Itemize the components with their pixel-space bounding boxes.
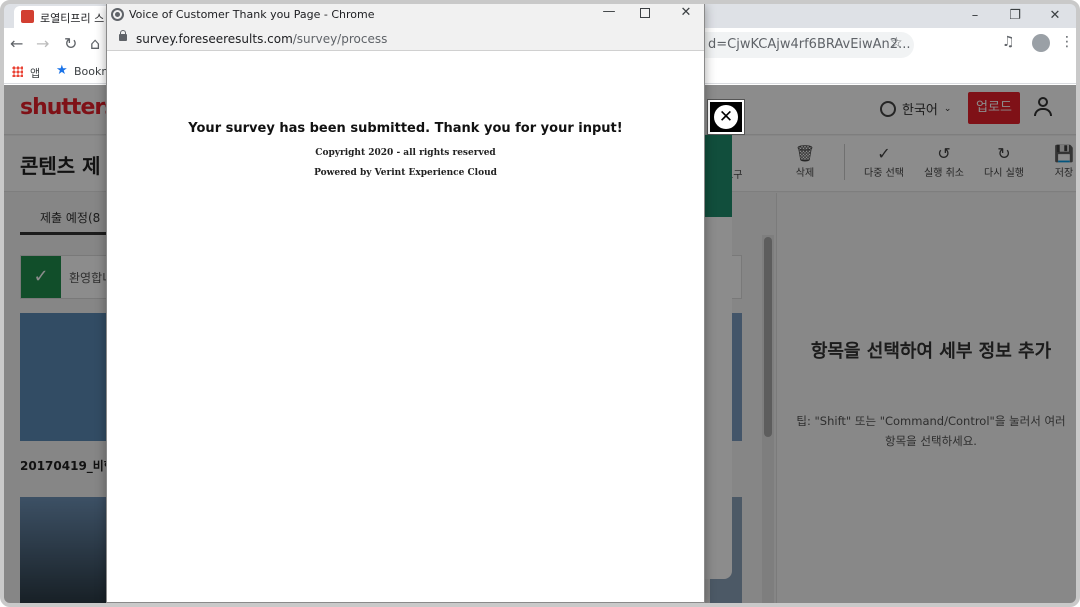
popup-url-domain: survey.foreseeresults.com (136, 32, 293, 46)
restore-icon[interactable]: ❐ (1008, 8, 1022, 23)
reload-icon[interactable]: ↻ (64, 34, 77, 53)
close-icon: ✕ (714, 105, 738, 129)
close-window-icon[interactable]: ✕ (1048, 8, 1062, 23)
apps-grid-icon[interactable] (12, 66, 23, 77)
popup-close-icon[interactable]: ✕ (678, 5, 694, 20)
forward-arrow-icon[interactable]: → (36, 34, 49, 53)
close-modal-button[interactable]: ✕ (707, 99, 745, 135)
media-control-icon[interactable]: ♫ (1002, 34, 1015, 50)
survey-popup-window: Voice of Customer Thank you Page - Chrom… (106, 3, 705, 603)
profile-avatar[interactable] (1032, 34, 1050, 52)
home-icon[interactable]: ⌂ (90, 34, 100, 53)
lock-icon (119, 30, 127, 41)
globe-favicon-icon (111, 8, 124, 21)
background-tab-title: 로열티프리 스 (40, 12, 105, 25)
popup-titlebar[interactable]: Voice of Customer Thank you Page - Chrom… (107, 4, 704, 26)
minimize-icon[interactable]: – (968, 8, 982, 23)
popup-minimize-icon[interactable]: — (601, 4, 617, 19)
popup-window-title: Voice of Customer Thank you Page - Chrom… (129, 8, 375, 21)
omnibox-url-text: d=CjwKCAjw4rf6BRAvEiwAn2... (708, 37, 911, 52)
powered-by-text: Powered by Verint Experience Cloud (314, 168, 497, 178)
copyright-text: Copyright 2020 - all rights reserved (315, 148, 496, 158)
background-window-controls: – ❐ ✕ (968, 8, 1062, 23)
menu-kebab-icon[interactable]: ⋮ (1060, 34, 1074, 50)
popup-address-bar: survey.foreseeresults.com/survey/process (107, 26, 704, 51)
shutterstock-favicon-icon (21, 10, 34, 23)
back-arrow-icon[interactable]: ← (10, 34, 23, 53)
bookmark-star-icon[interactable]: ☆ (890, 35, 903, 51)
popup-url: survey.foreseeresults.com/survey/process (136, 32, 387, 46)
popup-maximize-icon[interactable] (640, 8, 650, 18)
bookmark-star-blue-icon: ★ (56, 63, 68, 78)
popup-url-path: /survey/process (292, 32, 388, 46)
bookmark-apps[interactable]: 앱 (30, 65, 40, 81)
popup-content: Your survey has been submitted. Thank yo… (107, 52, 704, 602)
thank-you-message: Your survey has been submitted. Thank yo… (188, 121, 623, 136)
